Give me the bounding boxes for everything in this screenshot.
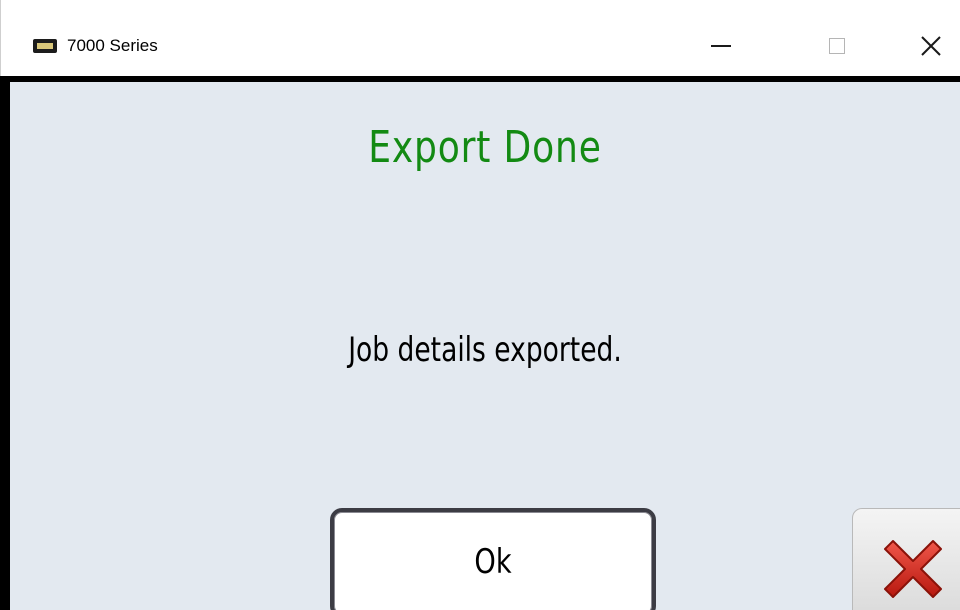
app-window: 7000 Series Export Done Job details expo… (0, 0, 960, 610)
close-icon (921, 36, 941, 56)
maximize-icon (829, 38, 845, 54)
dialog-title: Export Done (368, 122, 602, 173)
ok-button-label: Ok (474, 542, 512, 582)
ok-button[interactable]: Ok (330, 508, 656, 610)
maximize-button[interactable] (807, 24, 867, 68)
dialog-content: Export Done Job details exported. Ok (0, 76, 960, 610)
cancel-button[interactable] (852, 508, 960, 610)
minimize-button[interactable] (691, 24, 751, 68)
close-button[interactable] (901, 24, 960, 68)
title-bar[interactable]: 7000 Series (0, 0, 960, 76)
window-title: 7000 Series (67, 36, 158, 55)
dialog-message: Job details exported. (348, 330, 622, 370)
red-x-icon (884, 540, 942, 598)
device-icon (33, 39, 57, 53)
minimize-icon (711, 45, 731, 47)
